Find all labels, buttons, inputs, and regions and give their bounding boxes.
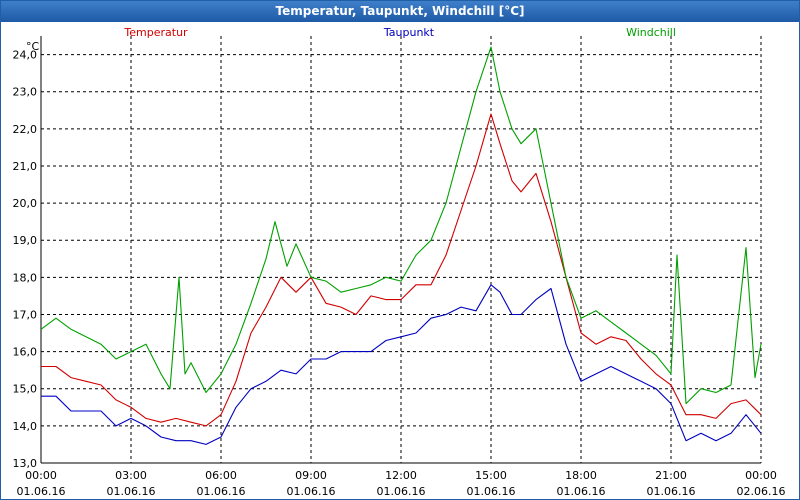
x-tick-time: 18:00 <box>565 469 597 482</box>
legend-temperatur: Temperatur <box>123 26 188 39</box>
y-tick-label: 21,0 <box>13 160 38 173</box>
y-tick-label: 16,0 <box>13 346 38 359</box>
legend-taupunkt: Taupunkt <box>383 26 435 39</box>
x-tick-time: 21:00 <box>655 469 687 482</box>
y-tick-labels: 13,014,015,016,017,018,019,020,021,022,0… <box>13 49 38 470</box>
x-tick-date: 01.06.16 <box>467 485 516 498</box>
y-tick-label: 17,0 <box>13 308 38 321</box>
x-tick-time: 09:00 <box>295 469 327 482</box>
y-tick-label: 22,0 <box>13 123 38 136</box>
x-tick-date: 01.06.16 <box>107 485 156 498</box>
chart-window: Temperatur, Taupunkt, Windchill [°C] 13,… <box>0 0 800 500</box>
x-tick-date: 02.06.16 <box>737 485 786 498</box>
x-tick-time: 00:00 <box>745 469 777 482</box>
y-tick-label: 15,0 <box>13 383 38 396</box>
y-tick-label: 18,0 <box>13 271 38 284</box>
y-tick-label: 19,0 <box>13 234 38 247</box>
x-tick-time: 06:00 <box>205 469 237 482</box>
legend-windchill: Windchill <box>626 26 676 39</box>
x-tick-date: 01.06.16 <box>377 485 426 498</box>
x-tick-time: 15:00 <box>475 469 507 482</box>
x-tick-date: 01.06.16 <box>17 485 66 498</box>
grid <box>40 36 762 464</box>
y-tick-label: 20,0 <box>13 197 38 210</box>
line-chart: 13,014,015,016,017,018,019,020,021,022,0… <box>13 26 786 498</box>
x-tick-date: 01.06.16 <box>647 485 696 498</box>
legend: Temperatur Taupunkt Windchill <box>123 26 676 39</box>
x-tick-date: 01.06.16 <box>287 485 336 498</box>
x-tick-date: 01.06.16 <box>557 485 606 498</box>
x-tick-time: 12:00 <box>385 469 417 482</box>
x-tick-labels: 00:00 01.06.16 03:00 01.06.16 06:00 01.06.16 0… <box>17 469 786 498</box>
y-tick-label: 23,0 <box>13 86 38 99</box>
y-axis-unit: °C <box>26 40 40 53</box>
x-tick-time: 00:00 <box>25 469 57 482</box>
x-tick-time: 03:00 <box>115 469 147 482</box>
y-tick-label: 14,0 <box>13 420 38 433</box>
x-tick-date: 01.06.16 <box>197 485 246 498</box>
